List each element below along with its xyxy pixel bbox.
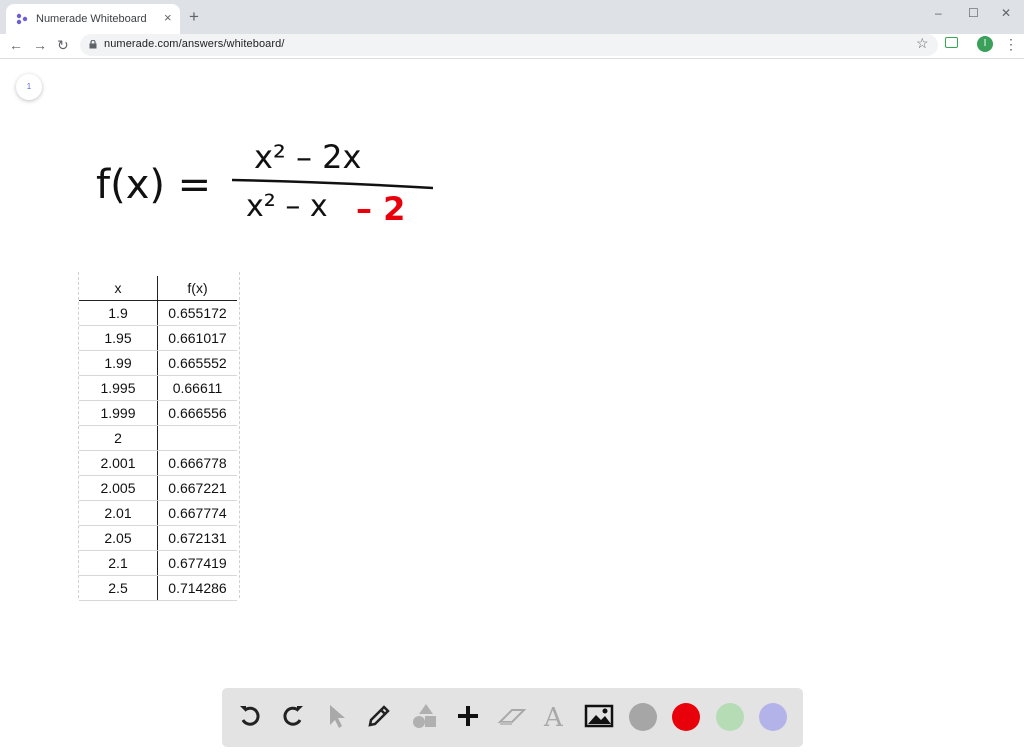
forward-button[interactable]: → — [33, 37, 47, 53]
browser-toolbar: ← → ↻ numerade.com/answers/whiteboard/ ☆… — [0, 34, 1024, 59]
table-row: 2.1 0.677419 — [79, 550, 237, 576]
cell-x: 1.99 — [79, 350, 158, 376]
formula-denominator: x² – x — [246, 189, 328, 224]
color-swatch-gray[interactable] — [629, 703, 657, 731]
cell-fx: 0.665552 — [157, 350, 237, 376]
cell-fx: 0.666556 — [157, 400, 237, 426]
cell-fx: 0.655172 — [157, 300, 237, 326]
table-row: 2.05 0.672131 — [79, 525, 237, 551]
cell-x: 1.999 — [79, 400, 158, 426]
eraser-icon[interactable] — [496, 700, 528, 732]
table-header-row: x f(x) — [79, 276, 237, 301]
cell-fx — [157, 425, 237, 451]
whiteboard-toolbar: A — [222, 688, 803, 747]
table-row: 2.001 0.666778 — [79, 450, 237, 476]
cell-fx: 0.672131 — [157, 525, 237, 551]
table-row: 2.01 0.667774 — [79, 500, 237, 526]
table-row: 1.9 0.655172 — [79, 300, 237, 326]
profile-avatar[interactable]: I — [977, 36, 993, 52]
pen-icon[interactable] — [363, 700, 395, 732]
cell-fx: 0.667221 — [157, 475, 237, 501]
cell-x: 1.995 — [79, 375, 158, 401]
cell-x: 2.005 — [79, 475, 158, 501]
cell-x: 1.9 — [79, 300, 158, 326]
values-table: x f(x) 1.9 0.655172 1.95 0.661017 1.99 0.66… — [79, 276, 237, 601]
image-icon[interactable] — [583, 700, 615, 732]
close-window-button[interactable]: ✕ — [1001, 6, 1011, 20]
formula-numerator: x² – 2x — [254, 138, 361, 176]
table-row: 1.999 0.666556 — [79, 400, 237, 426]
cell-fx: 0.677419 — [157, 550, 237, 576]
browser-menu-icon[interactable]: ⋮ — [1004, 37, 1018, 51]
cell-x: 2.05 — [79, 525, 158, 551]
undo-icon[interactable] — [234, 700, 266, 732]
shapes-icon[interactable] — [408, 700, 440, 732]
table-row: 2.5 0.714286 — [79, 575, 237, 601]
add-icon[interactable] — [452, 700, 484, 732]
tab-close-icon[interactable]: × — [164, 11, 172, 25]
cell-x: 2 — [79, 425, 158, 451]
address-bar[interactable]: numerade.com/answers/whiteboard/ ☆ — [80, 34, 938, 56]
browser-tab[interactable]: Numerade Whiteboard × — [6, 4, 180, 34]
cell-fx: 0.667774 — [157, 500, 237, 526]
formula-lhs: f(x) = — [96, 162, 211, 208]
cell-fx: 0.66611 — [157, 375, 237, 401]
cell-fx: 0.661017 — [157, 325, 237, 351]
browser-tab-strip: Numerade Whiteboard × + – ☐ ✕ — [0, 0, 1024, 34]
cell-fx: 0.714286 — [157, 575, 237, 601]
cell-x: 2.5 — [79, 575, 158, 601]
tab-title: Numerade Whiteboard — [36, 13, 147, 25]
formula-denominator-red: – 2 — [356, 190, 405, 228]
cast-icon[interactable] — [945, 37, 958, 48]
fraction-bar — [231, 178, 434, 190]
color-swatch-lavender[interactable] — [759, 703, 787, 731]
minimize-button[interactable]: – — [935, 6, 942, 20]
numerade-logo-icon — [16, 13, 28, 25]
maximize-button[interactable]: ☐ — [968, 6, 979, 20]
new-tab-button[interactable]: + — [189, 8, 199, 25]
color-swatch-green[interactable] — [716, 703, 744, 731]
cell-fx: 0.666778 — [157, 450, 237, 476]
text-icon[interactable]: A — [540, 700, 572, 732]
cell-x: 2.1 — [79, 550, 158, 576]
cell-x: 2.01 — [79, 500, 158, 526]
svg-text:A: A — [543, 703, 564, 730]
table-row: 2.005 0.667221 — [79, 475, 237, 501]
table-row: 1.95 0.661017 — [79, 325, 237, 351]
cell-x: 2.001 — [79, 450, 158, 476]
table-row: 1.995 0.66611 — [79, 375, 237, 401]
table-row: 1.99 0.665552 — [79, 350, 237, 376]
bookmark-star-icon[interactable]: ☆ — [916, 35, 929, 52]
header-x: x — [79, 276, 158, 301]
lock-icon — [89, 40, 97, 49]
page-number-badge[interactable]: 1 — [16, 74, 42, 100]
back-button[interactable]: ← — [9, 37, 23, 53]
url-text: numerade.com/answers/whiteboard/ — [104, 38, 285, 50]
table-row: 2 — [79, 425, 237, 451]
header-fx: f(x) — [157, 276, 237, 301]
handwritten-formula: f(x) = x² – 2x x² – x – 2 — [96, 138, 434, 228]
cell-x: 1.95 — [79, 325, 158, 351]
reload-button[interactable]: ↻ — [57, 37, 69, 53]
color-swatch-red[interactable] — [672, 703, 700, 731]
redo-icon[interactable] — [277, 700, 309, 732]
pointer-icon[interactable] — [320, 700, 352, 732]
